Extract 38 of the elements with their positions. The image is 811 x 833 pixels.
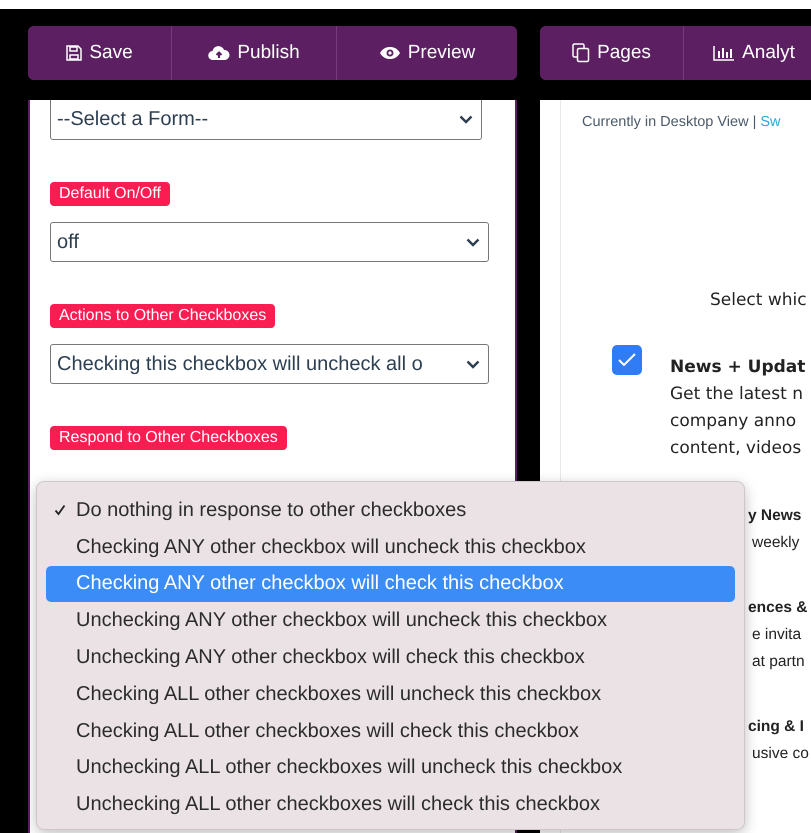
field-label: Default On/Off xyxy=(50,182,170,206)
chevron-down-icon xyxy=(466,238,480,246)
toolbar-button[interactable]: Pages xyxy=(540,26,684,80)
menu-option[interactable]: Checking ALL other checkboxes will uncheck this checkbox xyxy=(46,676,735,713)
option-title: News + Updat xyxy=(670,356,806,379)
option-description: company anno xyxy=(670,410,798,433)
menu-option[interactable]: Unchecking ANY other checkbox will check this checkbox xyxy=(46,639,735,676)
bar-chart-icon xyxy=(713,45,736,61)
field-label: Respond to Other Checkboxes xyxy=(50,426,287,450)
option-title: ences & xyxy=(748,598,808,618)
prompt-text: Select whic xyxy=(710,290,808,310)
toolbar-button[interactable]: Save xyxy=(28,26,172,80)
menu-option[interactable]: Checking ANY other checkbox will uncheck this checkbox xyxy=(46,528,735,566)
view-mode-text: Currently in Desktop View | xyxy=(582,114,756,130)
chevron-down-icon xyxy=(459,115,473,124)
chevron-down-icon xyxy=(466,360,480,368)
menu-option[interactable]: Checking ALL other checkboxes will check this checkbox xyxy=(46,712,735,750)
option-description: weekly xyxy=(751,533,800,553)
eye-icon xyxy=(378,46,401,60)
cloud-upload-icon xyxy=(208,45,230,61)
dropdown-select[interactable]: Checking this checkbox will uncheck all o xyxy=(50,344,489,384)
form-select[interactable]: --Select a Form-- xyxy=(50,100,482,140)
option-description: Get the latest n xyxy=(670,383,804,406)
field-label: Actions to Other Checkboxes xyxy=(50,304,276,328)
option-description: usive co xyxy=(751,744,809,764)
dropdown-select[interactable]: off xyxy=(50,222,489,262)
menu-option[interactable]: Unchecking ALL other checkboxes will uncheck this checkbox xyxy=(46,750,735,786)
copy-pages-icon xyxy=(572,43,590,63)
option-description: content, videos xyxy=(670,437,802,460)
menu-option[interactable]: Do nothing in response to other checkboxes xyxy=(46,492,735,529)
option-description: at partn xyxy=(751,652,806,672)
menu-option[interactable]: Unchecking ALL other checkboxes will check this checkbox xyxy=(46,786,735,824)
menu-option[interactable]: Unchecking ANY other checkbox will uncheck this checkbox xyxy=(46,602,735,640)
checkbox[interactable] xyxy=(612,345,642,375)
option-description: e invita xyxy=(751,625,802,645)
option-title: cing & I xyxy=(748,717,805,737)
option-title: y News xyxy=(748,506,802,526)
checkmark-icon xyxy=(617,352,637,368)
